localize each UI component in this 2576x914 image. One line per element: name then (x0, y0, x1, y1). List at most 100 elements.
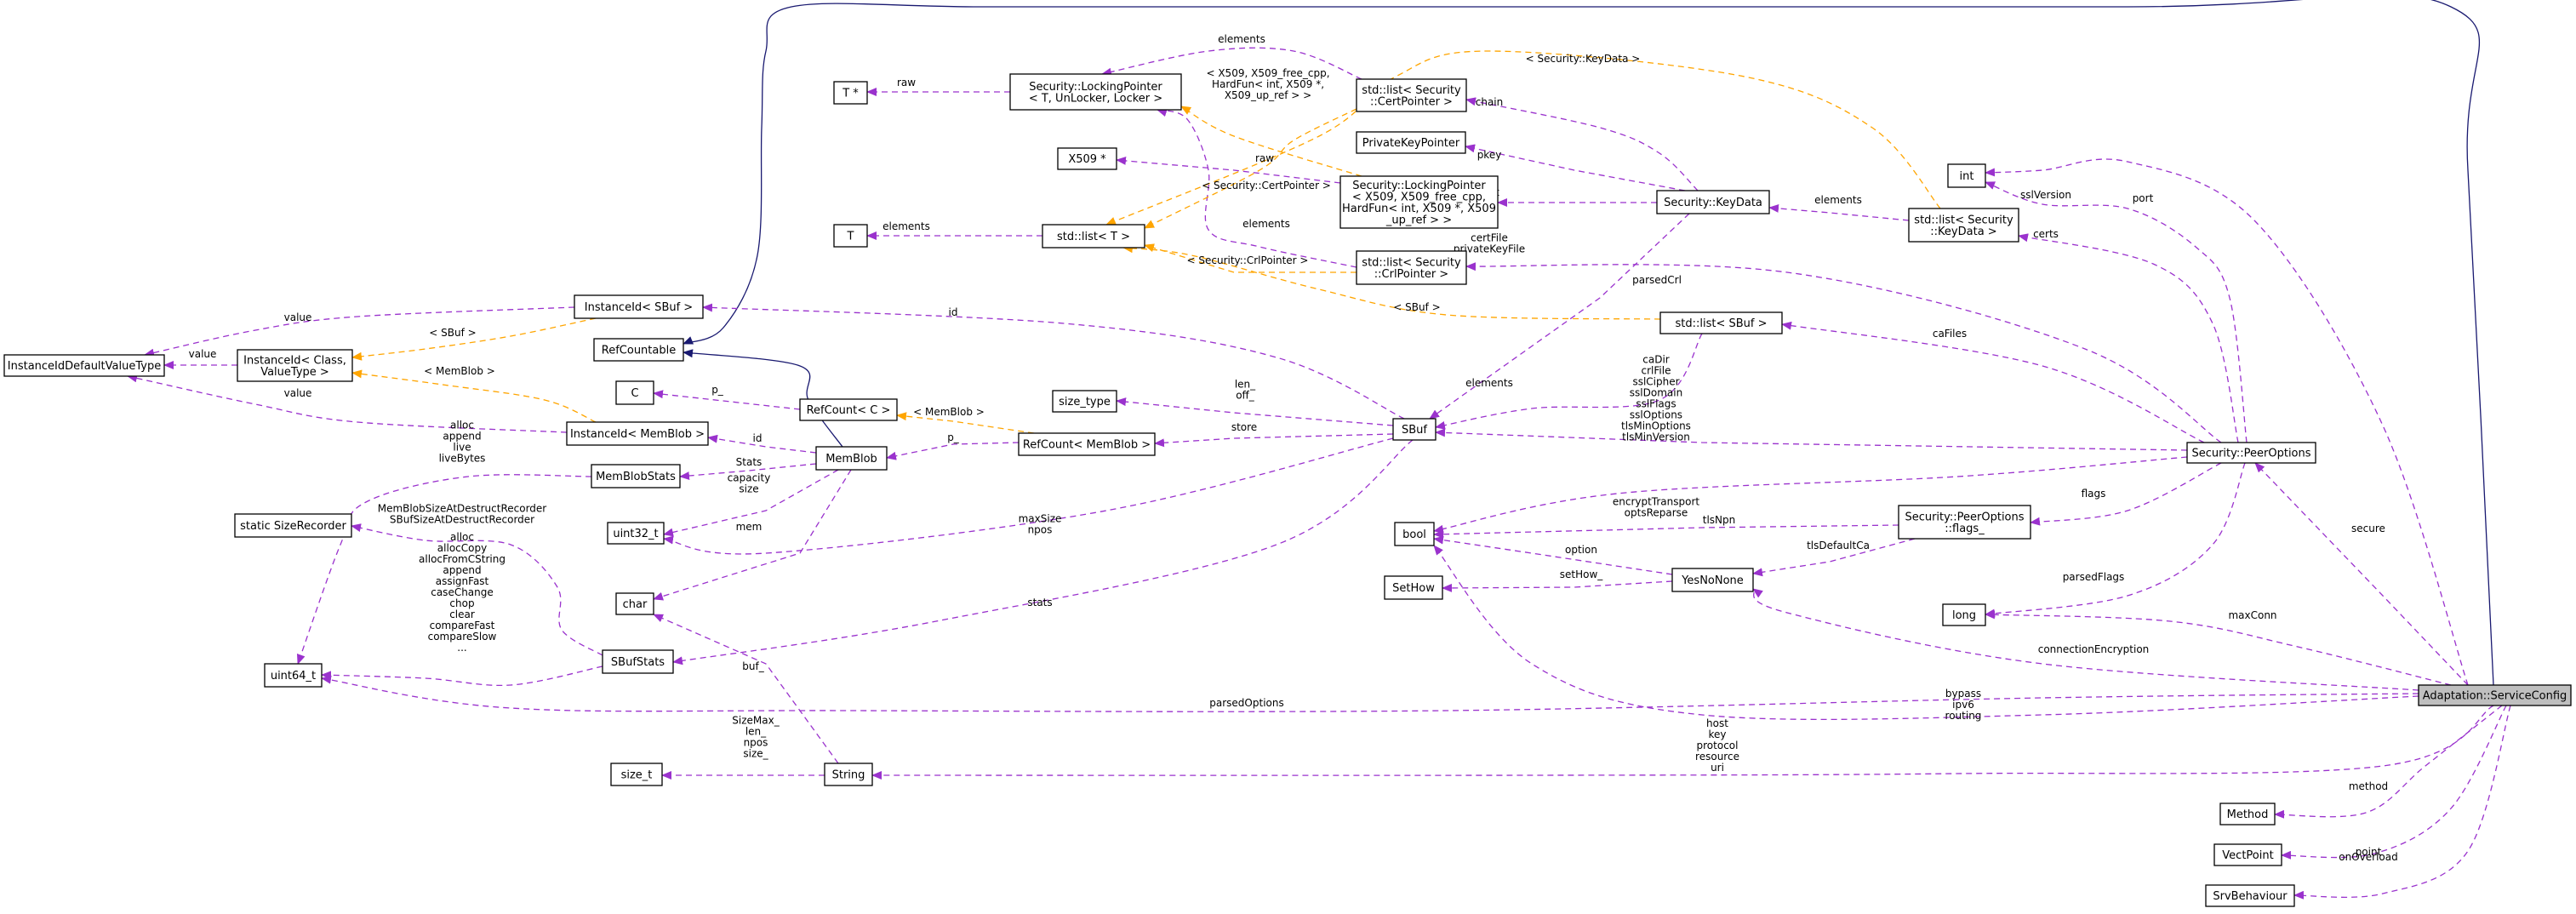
node-privatekeypointer[interactable]: PrivateKeyPointer (1356, 131, 1466, 154)
node-x509ptr[interactable]: X509 * (1057, 147, 1117, 170)
node-label: MemBlob (825, 453, 877, 466)
edge-label-line: elements (1242, 218, 1290, 230)
node-refcountable[interactable]: RefCountable (593, 338, 684, 362)
node-instanceidsbuf[interactable]: InstanceId< SBuf > (574, 294, 704, 319)
node-listcrlpointer[interactable]: std::list< Security::CrlPointer > (1356, 250, 1467, 285)
node-method[interactable]: Method (2219, 803, 2276, 825)
node-instanceidclassvaluetype[interactable]: InstanceId< Class, ValueType > (237, 349, 353, 382)
edge-RefCountMemBlob-to-MemBlob (886, 442, 1020, 460)
edge-label: option (1565, 544, 1597, 556)
node-tptr[interactable]: T * (833, 81, 868, 105)
edge-label: value (284, 311, 312, 323)
node-srvbehaviour[interactable]: SrvBehaviour (2205, 884, 2295, 907)
node-label: Security::PeerOptions (2191, 448, 2310, 460)
node-sizerecorder[interactable]: static SizeRecorder (234, 513, 352, 538)
edge-label: value (284, 387, 312, 399)
node-sbufstats[interactable]: SBufStats (602, 649, 674, 674)
node-refcountmemblob[interactable]: RefCount< MemBlob > (1018, 432, 1156, 456)
edge-label-line: tlsMinOptions (1621, 420, 1691, 432)
node-int[interactable]: int (1947, 163, 1986, 188)
node-label: Method (2227, 808, 2269, 821)
edge-label-line: value (284, 311, 312, 323)
node-label-line: bool (1402, 528, 1426, 541)
node-listsbuf[interactable]: std::list< SBuf > (1659, 311, 1783, 334)
edge-label: raw (1255, 152, 1274, 164)
edge-label-line: tlsMinVersion (1622, 431, 1690, 443)
edge-listCertPointer-to-listT (1144, 108, 1357, 229)
edge-RefCountMemBlob-to-RefCountC (896, 412, 1035, 434)
node-size-t[interactable]: size_t (610, 763, 663, 786)
edge-label-line: allocCopy (437, 542, 487, 554)
edge-YesNoNone-to-bool (1433, 535, 1673, 575)
node-long[interactable]: long (1942, 603, 1986, 626)
edge-label-line: flags (2082, 488, 2106, 500)
edge-label: < SBuf > (1393, 301, 1440, 313)
node-label: static SizeRecorder (240, 520, 346, 533)
node-refcountc[interactable]: RefCount< C > (799, 398, 898, 421)
edge-label: raw (897, 77, 916, 89)
node-label: RefCountable (602, 345, 676, 357)
edge-label: onOverload (2339, 851, 2397, 863)
edge-label: parsedOptions (1209, 697, 1283, 709)
edge-MemBlob-to-InstanceIdMemBlob (707, 434, 817, 454)
edge-label-line: encryptTransport (1613, 496, 1700, 508)
node-label-line: static SizeRecorder (240, 520, 346, 533)
node-bool[interactable]: bool (1394, 522, 1435, 546)
node-label: SetHow (1392, 582, 1435, 595)
edge-labels-layer: value value value < SBuf > < MemBlob > p_ < Me… (189, 33, 2398, 863)
edge-label-line: compareSlow (428, 631, 497, 643)
node-label-line: Method (2227, 808, 2269, 821)
node-size-type[interactable]: size_type (1052, 390, 1117, 413)
node-listkeydata[interactable]: std::list< Security::KeyData > (1908, 208, 2019, 243)
node-label-line: uint64_t (271, 670, 316, 683)
edge-label: capacity size (728, 472, 771, 495)
node-listcertpointer[interactable]: std::list< Security::CertPointer > (1356, 78, 1467, 112)
edge-ServiceConfig-to-YesNoNone (1752, 588, 2419, 691)
node-peeroptionsflags[interactable]: Security::PeerOptions::flags_ (1898, 505, 2031, 540)
edge-label: stats (1027, 597, 1052, 608)
node-label: std::list< Security::CrlPointer > (1362, 256, 1461, 281)
node-uint64-t[interactable]: uint64_t (264, 663, 323, 688)
node-lockingpointert[interactable]: Security::LockingPointer < T, UnLocker, L… (1009, 73, 1182, 111)
node-keydata[interactable]: Security::KeyData (1656, 190, 1770, 214)
node-lockingpointerx509[interactable]: Security::LockingPointer < X509, X509_fre… (1339, 175, 1499, 229)
node-label: InstanceId< SBuf > (585, 301, 693, 314)
edge-label-line: clear (449, 608, 475, 620)
node-sethow[interactable]: SetHow (1384, 575, 1443, 600)
edge-label: len_ off_ (1235, 379, 1256, 402)
node-serviceconfig[interactable]: Adaptation::ServiceConfig (2418, 684, 2572, 706)
node-instanceiddefaultvaluetype[interactable]: InstanceIdDefaultValueType (3, 354, 165, 377)
edge-label: buf_ (742, 660, 764, 672)
edge-label-line: < MemBlob > (913, 406, 985, 418)
node-label-line: T (847, 231, 854, 243)
node-char[interactable]: char (615, 592, 654, 615)
node-listt[interactable]: std::list< T > (1042, 224, 1145, 248)
node-instanceidmemblob[interactable]: InstanceId< MemBlob > (566, 421, 709, 446)
edge-label-line: allocFromCString (419, 553, 505, 565)
node-string[interactable]: String (824, 763, 873, 786)
edge-PeerOptions-to-bool (1433, 456, 2188, 534)
edge-label-line: id (949, 306, 958, 318)
edge-label-line: maxConn (2228, 609, 2276, 621)
node-memblobstats[interactable]: MemBlobStats (591, 464, 681, 488)
edge-label-line: off_ (1236, 390, 1255, 402)
edge-label-line: < SBuf > (429, 327, 476, 339)
edge-ServiceConfig-to-String (871, 705, 2494, 780)
node-memblob[interactable]: MemBlob (815, 446, 888, 471)
node-sbuf[interactable]: SBuf (1392, 418, 1437, 441)
node-uint32-t[interactable]: uint32_t (607, 522, 665, 545)
node-label-line: char (623, 598, 648, 611)
node-label-line: MemBlob (825, 453, 877, 466)
node-peeroptions[interactable]: Security::PeerOptions (2186, 442, 2316, 464)
node-yesnonone[interactable]: YesNoNone (1671, 568, 1754, 592)
node-label-line: ::KeyData > (1930, 226, 1996, 238)
node-vectpoint[interactable]: VectPoint (2213, 843, 2282, 866)
node-label-line: SrvBehaviour (2213, 890, 2288, 903)
edge-label: caDir crlFile sslCipher sslDomain sslFlags ss… (1621, 354, 1691, 443)
edge-label-line: caseChange (431, 586, 494, 598)
node-t[interactable]: T (833, 224, 868, 248)
edge-label-line: caDir (1642, 354, 1670, 366)
edge-label-line: ... (457, 642, 466, 654)
node-label-line: Security::PeerOptions (2191, 448, 2310, 460)
node-c[interactable]: C (615, 380, 654, 405)
